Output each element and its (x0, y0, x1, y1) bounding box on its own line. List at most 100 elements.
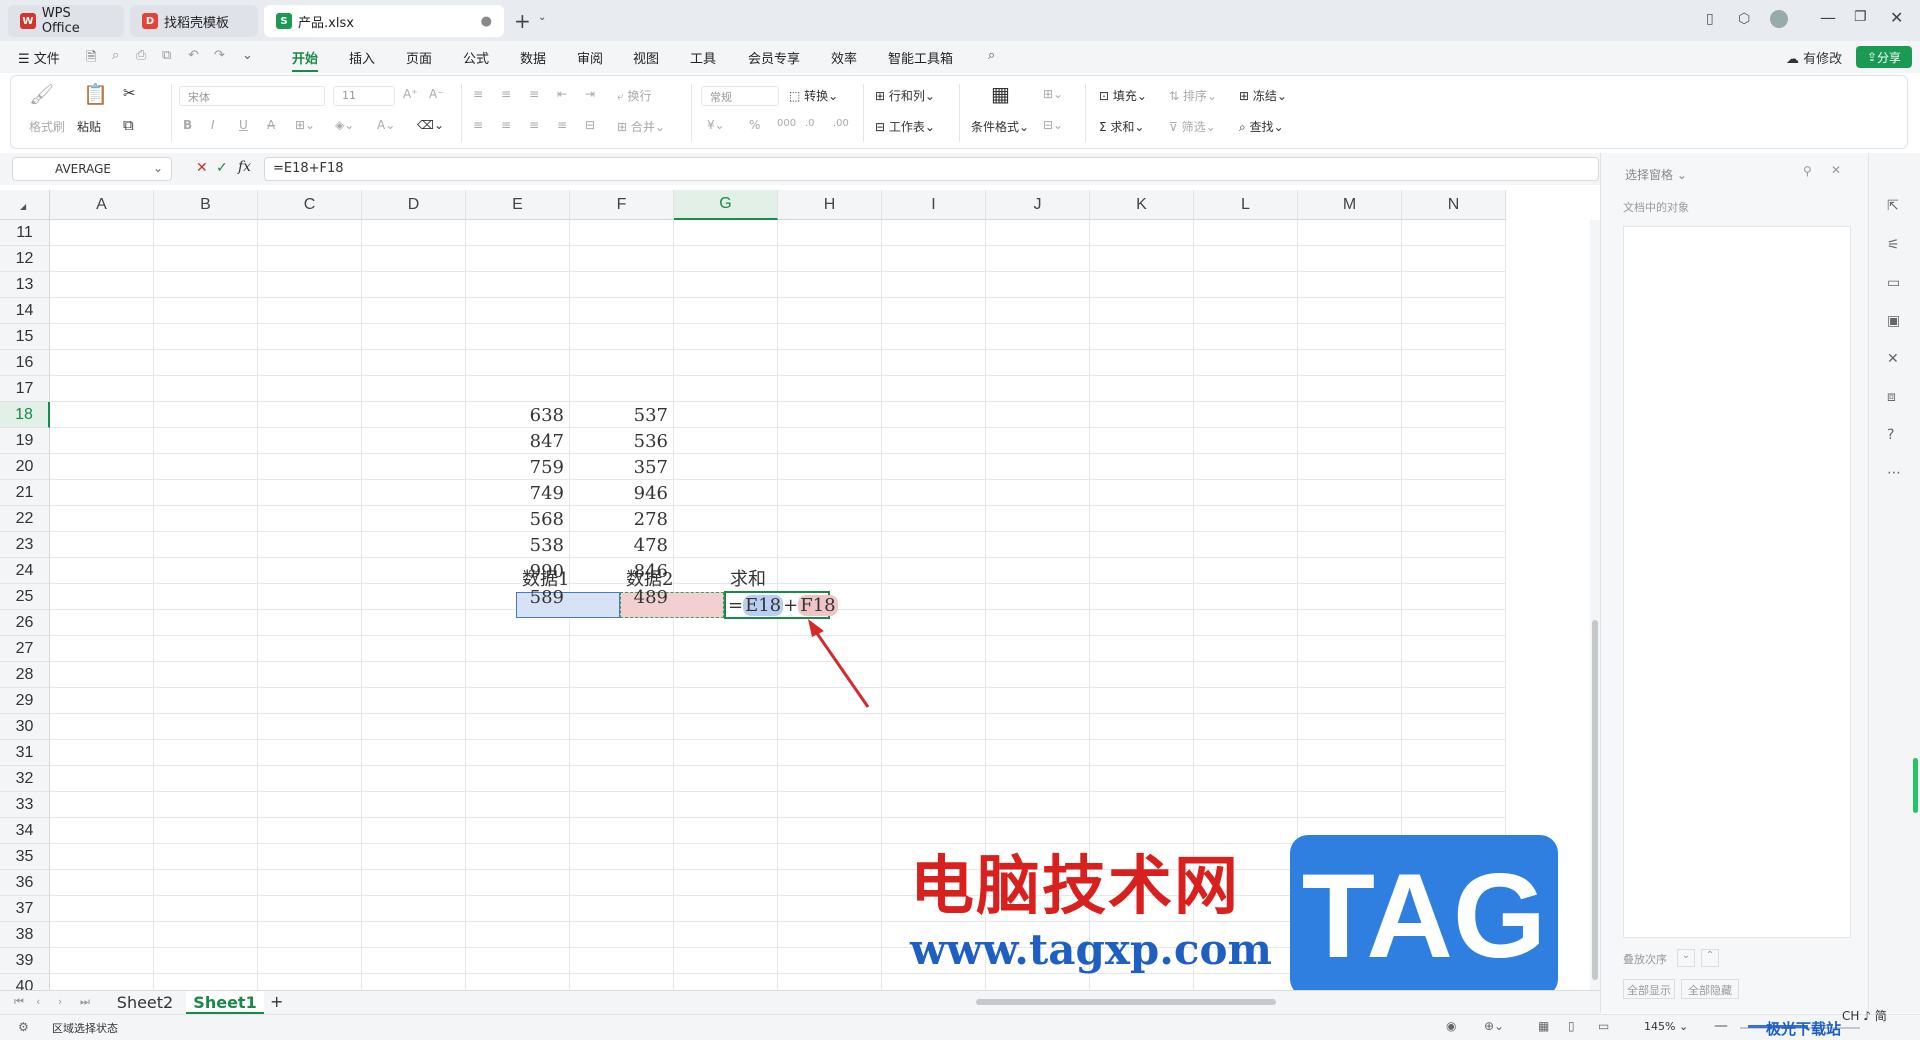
cell-e25[interactable]: 589 (470, 585, 564, 611)
row-header-15[interactable]: 15 (0, 324, 50, 350)
col-header-d[interactable]: D (362, 190, 466, 220)
col-header-l[interactable]: L (1194, 190, 1298, 220)
col-header-j[interactable]: J (986, 190, 1090, 220)
worksheet-button[interactable]: ⊟ 工作表⌄ (875, 118, 935, 135)
row-header-20[interactable]: 20 (0, 454, 50, 480)
last-sheet-icon[interactable]: ⏭ (80, 995, 90, 1009)
col-header-e[interactable]: E (466, 190, 570, 220)
save-icon[interactable]: 🗎 (86, 48, 96, 70)
col-header-b[interactable]: B (154, 190, 258, 220)
table-style-icon[interactable]: ⊟⌄ (1043, 118, 1063, 132)
has-changes-button[interactable]: ☁ 有修改 (1786, 48, 1842, 67)
scroll-thumb[interactable] (1592, 620, 1598, 980)
underline-icon[interactable]: U (239, 118, 248, 132)
preview-icon[interactable]: ⧉ (162, 48, 171, 63)
percent-icon[interactable]: % (749, 118, 760, 132)
align-left-icon[interactable]: ≡ (473, 118, 483, 132)
cell-e19[interactable]: 847 (470, 429, 564, 455)
cell-f18[interactable]: 537 (574, 403, 668, 429)
row-col-button[interactable]: ⊞ 行和列⌄ (875, 87, 935, 104)
fill-color-icon[interactable]: ◈⌄ (335, 118, 354, 132)
cell-f21[interactable]: 946 (574, 481, 668, 507)
filter-button[interactable]: ⊽ 筛选⌄ (1169, 118, 1216, 135)
format-painter-icon[interactable]: 🖌 (29, 82, 54, 106)
tab-formula[interactable]: 公式 (463, 48, 489, 67)
col-header-h[interactable]: H (778, 190, 882, 220)
settings-sliders-icon[interactable]: ⚟ (1887, 237, 1900, 253)
redo-icon[interactable]: ↷ (214, 48, 225, 63)
tab-wps-office[interactable]: W WPS Office (8, 5, 124, 37)
cond-format-icon[interactable]: ▦ (991, 82, 1010, 106)
currency-icon[interactable]: ¥⌄ (707, 118, 725, 132)
macro-icon[interactable]: ⚙ (18, 1020, 29, 1034)
fx-button[interactable]: fx (238, 159, 251, 175)
increase-decimal-icon[interactable]: .0 (805, 118, 815, 129)
cell-e18[interactable]: 638 (470, 403, 564, 429)
grow-font-icon[interactable]: A⁺ (403, 87, 418, 101)
layout-icon[interactable]: ▯ (1706, 11, 1714, 27)
align-right-icon[interactable]: ≡ (529, 118, 539, 132)
sort-button[interactable]: ⇅ 排序⌄ (1169, 87, 1217, 104)
tab-docer[interactable]: D 找稻壳模板 (130, 5, 258, 37)
row-header-12[interactable]: 12 (0, 246, 50, 272)
horizontal-scrollbar[interactable] (946, 995, 1586, 1009)
row-header-38[interactable]: 38 (0, 922, 50, 948)
reading-view-icon[interactable]: ▯ (1568, 1019, 1575, 1033)
cell-f24[interactable]: 846 (574, 559, 668, 585)
row-header-30[interactable]: 30 (0, 714, 50, 740)
hscroll-thumb[interactable] (976, 999, 1276, 1005)
print-icon[interactable]: ⎙ (136, 48, 146, 63)
format-painter-button[interactable]: 格式刷 (29, 118, 65, 135)
row-header-34[interactable]: 34 (0, 818, 50, 844)
file-menu[interactable]: ☰ 文件 (18, 48, 60, 67)
normal-view-icon[interactable]: ▦ (1538, 1019, 1549, 1033)
col-header-k[interactable]: K (1090, 190, 1194, 220)
sheet-tab-sheet1[interactable]: Sheet1 (186, 991, 264, 1014)
sheet-tab-sheet2[interactable]: Sheet2 (106, 991, 184, 1014)
close-icon[interactable]: ✕ (1890, 8, 1903, 27)
cell-g17[interactable]: 求和 (730, 567, 766, 593)
fill-button[interactable]: ⊡ 填充⌄ (1099, 87, 1147, 104)
tab-review[interactable]: 审阅 (577, 48, 603, 67)
help-icon[interactable]: ? (1887, 427, 1894, 443)
row-header-35[interactable]: 35 (0, 844, 50, 870)
page-view-icon[interactable]: ▭ (1598, 1019, 1609, 1033)
font-name-select[interactable]: 宋体 (179, 86, 325, 106)
cell-e24[interactable]: 990 (470, 559, 564, 585)
tab-smart-toolbox[interactable]: 智能工具箱 (888, 48, 953, 67)
freeze-button[interactable]: ⊞ 冻结⌄ (1239, 87, 1287, 104)
row-header-32[interactable]: 32 (0, 766, 50, 792)
tab-insert[interactable]: 插入 (349, 48, 375, 67)
cancel-icon[interactable]: ✕ (196, 160, 208, 176)
pin-icon[interactable]: ⌕ (112, 48, 119, 63)
tab-data[interactable]: 数据 (520, 48, 546, 67)
merge-button[interactable]: ⊞ 合并⌄ (617, 118, 665, 135)
align-center-icon[interactable]: ≡ (501, 118, 511, 132)
cell-e23[interactable]: 538 (470, 533, 564, 559)
move-up-icon[interactable]: ⌃ (1701, 949, 1719, 967)
cut-icon[interactable]: ✂ (123, 84, 136, 102)
cell-style-icon[interactable]: ⊞⌄ (1043, 87, 1063, 101)
col-header-c[interactable]: C (258, 190, 362, 220)
confirm-icon[interactable]: ✓ (216, 160, 228, 176)
tab-efficiency[interactable]: 效率 (831, 48, 857, 67)
share-button[interactable]: ⇪ 分享 (1856, 46, 1912, 68)
col-header-m[interactable]: M (1298, 190, 1402, 220)
more-chevron-icon[interactable]: ⌄ (242, 48, 253, 63)
cell-f20[interactable]: 357 (574, 455, 668, 481)
row-header-31[interactable]: 31 (0, 740, 50, 766)
tab-home[interactable]: 开始 (292, 48, 318, 72)
cell-e22[interactable]: 568 (470, 507, 564, 533)
minimize-icon[interactable]: — (1820, 8, 1836, 27)
backup-icon[interactable]: ⧈ (1887, 389, 1896, 405)
search-icon[interactable]: ⌕ (988, 48, 995, 63)
italic-icon[interactable]: I (211, 118, 215, 132)
cell-f19[interactable]: 536 (574, 429, 668, 455)
restore-icon[interactable]: ❐ (1854, 9, 1867, 25)
col-header-f[interactable]: F (570, 190, 674, 220)
next-sheet-icon[interactable]: › (58, 995, 62, 1008)
row-header-19[interactable]: 19 (0, 428, 50, 454)
thousands-icon[interactable]: 000 (777, 118, 796, 129)
distribute-icon[interactable]: ⊟ (585, 118, 595, 132)
zoom-out-icon[interactable]: — (1714, 1018, 1728, 1034)
